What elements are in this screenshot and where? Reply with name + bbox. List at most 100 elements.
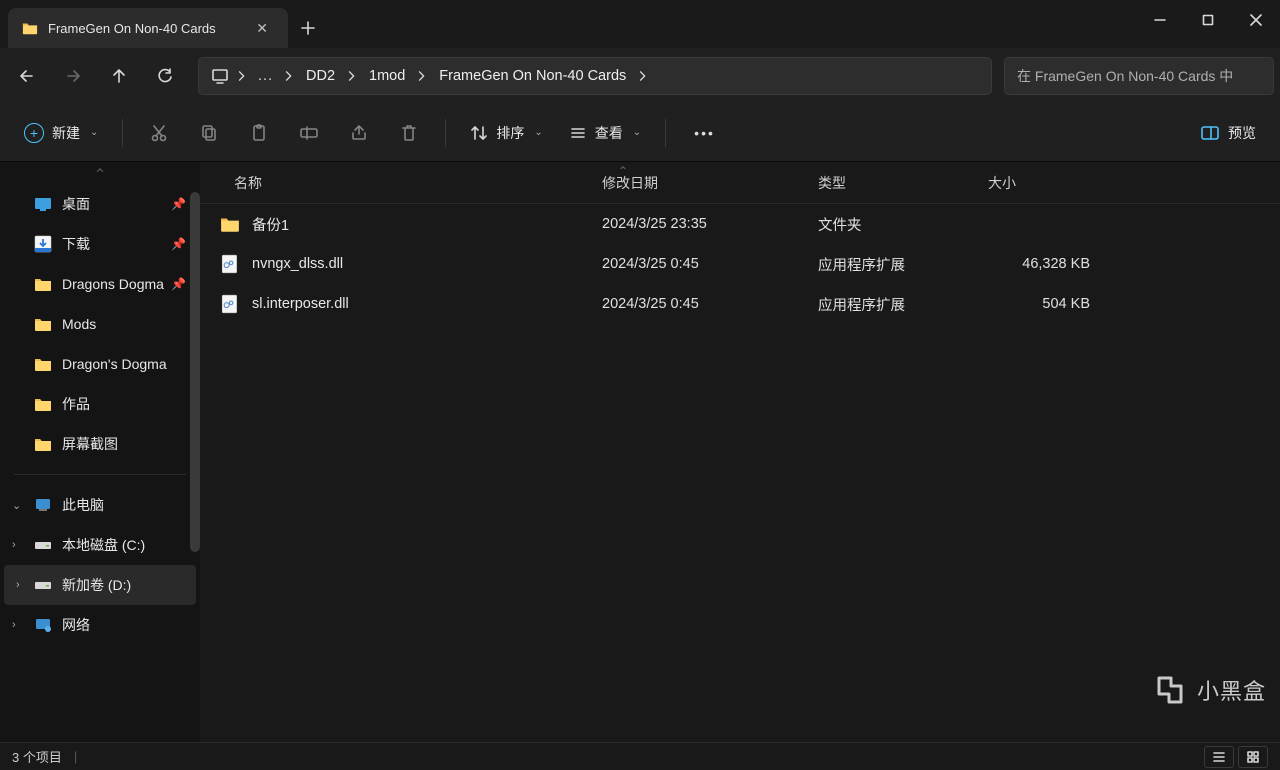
folder-icon bbox=[34, 315, 52, 333]
separator bbox=[665, 119, 666, 147]
separator bbox=[445, 119, 446, 147]
breadcrumb[interactable]: … DD2 1mod FrameGen On Non-40 Cards bbox=[198, 57, 992, 95]
delete-button[interactable] bbox=[387, 113, 431, 153]
separator bbox=[14, 474, 186, 475]
chevron-right-icon[interactable] bbox=[284, 71, 294, 81]
sidebar-label: 屏幕截图 bbox=[62, 434, 118, 454]
share-button[interactable] bbox=[337, 113, 381, 153]
chevron-right-icon[interactable] bbox=[417, 71, 427, 81]
file-date: 2024/3/25 0:45 bbox=[602, 256, 818, 272]
minimize-button[interactable] bbox=[1136, 0, 1184, 40]
window-controls bbox=[1136, 0, 1280, 48]
column-resize-icon[interactable]: ⌃ bbox=[618, 164, 628, 178]
breadcrumb-item[interactable]: DD2 bbox=[296, 64, 345, 88]
watermark-text: 小黑盒 bbox=[1197, 674, 1266, 706]
network-icon bbox=[34, 616, 52, 634]
breadcrumb-overflow[interactable]: … bbox=[249, 63, 282, 89]
sidebar-drive[interactable]: › 新加卷 (D:) bbox=[4, 565, 196, 605]
sidebar-item[interactable]: 下载📌 bbox=[0, 224, 200, 264]
search-input[interactable]: 在 FrameGen On Non-40 Cards 中 bbox=[1004, 57, 1274, 95]
copy-button[interactable] bbox=[187, 113, 231, 153]
column-type[interactable]: 类型 bbox=[818, 173, 988, 193]
sidebar-network[interactable]: › 网络 bbox=[0, 605, 200, 645]
sidebar-this-pc[interactable]: ⌄ 此电脑 bbox=[0, 485, 200, 525]
file-type: 应用程序扩展 bbox=[818, 254, 988, 275]
view-button[interactable]: 查看 ⌄ bbox=[559, 117, 651, 149]
drive-icon bbox=[34, 576, 52, 594]
new-tab-button[interactable] bbox=[288, 0, 328, 48]
sidebar-label: 网络 bbox=[62, 615, 90, 635]
chevron-right-icon[interactable] bbox=[638, 71, 648, 81]
scroll-up-icon[interactable]: ⌃ bbox=[0, 166, 200, 184]
sidebar-drive[interactable]: ›本地磁盘 (C:) bbox=[0, 525, 200, 565]
breadcrumb-item[interactable]: FrameGen On Non-40 Cards bbox=[429, 64, 636, 88]
chevron-right-icon[interactable]: › bbox=[12, 539, 16, 551]
cut-button[interactable] bbox=[137, 113, 181, 153]
file-name: 备份1 bbox=[252, 214, 602, 235]
sidebar-item[interactable]: Dragon's Dogma bbox=[0, 344, 200, 384]
file-row[interactable]: 备份12024/3/25 23:35文件夹 bbox=[200, 204, 1280, 244]
more-button[interactable]: ••• bbox=[680, 119, 729, 147]
scrollbar[interactable] bbox=[190, 192, 200, 552]
view-details-button[interactable] bbox=[1204, 746, 1234, 768]
folder-icon bbox=[34, 435, 52, 453]
file-type: 文件夹 bbox=[818, 214, 988, 235]
breadcrumb-item[interactable]: 1mod bbox=[359, 64, 415, 88]
rename-button[interactable] bbox=[287, 113, 331, 153]
back-button[interactable] bbox=[6, 56, 48, 96]
close-tab-button[interactable]: ✕ bbox=[250, 18, 274, 39]
chevron-right-icon[interactable] bbox=[237, 71, 247, 81]
sidebar-item[interactable]: 作品 bbox=[0, 384, 200, 424]
sort-button[interactable]: 排序 ⌄ bbox=[460, 117, 552, 149]
refresh-button[interactable] bbox=[144, 56, 186, 96]
pc-root-icon[interactable] bbox=[205, 67, 235, 85]
watermark-logo-icon bbox=[1153, 672, 1189, 708]
preview-button[interactable]: 预览 bbox=[1190, 117, 1266, 149]
close-button[interactable] bbox=[1232, 0, 1280, 40]
column-size[interactable]: 大小 bbox=[988, 173, 1108, 193]
sidebar-item[interactable]: Mods bbox=[0, 304, 200, 344]
file-name: nvngx_dlss.dll bbox=[252, 256, 602, 272]
chevron-right-icon[interactable]: › bbox=[12, 619, 16, 631]
folder-icon bbox=[34, 355, 52, 373]
sort-icon bbox=[470, 124, 488, 142]
file-date: 2024/3/25 0:45 bbox=[602, 296, 818, 312]
sidebar-item[interactable]: 屏幕截图 bbox=[0, 424, 200, 464]
forward-button[interactable] bbox=[52, 56, 94, 96]
window-tab[interactable]: FrameGen On Non-40 Cards ✕ bbox=[8, 8, 288, 48]
sidebar-item[interactable]: 桌面📌 bbox=[0, 184, 200, 224]
plus-icon bbox=[301, 21, 315, 35]
preview-pane-icon bbox=[1200, 123, 1220, 143]
file-row[interactable]: sl.interposer.dll2024/3/25 0:45应用程序扩展504… bbox=[200, 284, 1280, 324]
file-row[interactable]: nvngx_dlss.dll2024/3/25 0:45应用程序扩展46,328… bbox=[200, 244, 1280, 284]
view-mode-toggles bbox=[1204, 746, 1268, 768]
new-button[interactable]: + 新建 ⌄ bbox=[14, 117, 108, 149]
file-name: sl.interposer.dll bbox=[252, 296, 602, 312]
sidebar-label: 桌面 bbox=[62, 194, 90, 214]
column-name[interactable]: 名称 bbox=[226, 173, 602, 193]
file-date: 2024/3/25 23:35 bbox=[602, 216, 818, 232]
status-bar: 3 个项目 | bbox=[0, 742, 1280, 770]
view-label: 查看 bbox=[595, 123, 623, 143]
sidebar-label: 此电脑 bbox=[62, 495, 104, 515]
separator: | bbox=[74, 749, 77, 764]
file-size: 504 KB bbox=[988, 296, 1108, 312]
chevron-right-icon[interactable] bbox=[347, 71, 357, 81]
maximize-button[interactable] bbox=[1184, 0, 1232, 40]
sidebar-label: Dragon's Dogma bbox=[62, 356, 167, 372]
column-date[interactable]: 修改日期 bbox=[602, 173, 818, 193]
file-size: 46,328 KB bbox=[988, 256, 1108, 272]
desktop-icon bbox=[34, 195, 52, 213]
paste-button[interactable] bbox=[237, 113, 281, 153]
sidebar-label: 下载 bbox=[62, 234, 90, 254]
navigation-bar: … DD2 1mod FrameGen On Non-40 Cards 在 Fr… bbox=[0, 48, 1280, 104]
column-headers: 名称 修改日期 类型 大小 bbox=[200, 162, 1280, 204]
sidebar-item[interactable]: Dragons Dogma📌 bbox=[0, 264, 200, 304]
new-label: 新建 bbox=[52, 123, 80, 143]
view-thumbnails-button[interactable] bbox=[1238, 746, 1268, 768]
chevron-down-icon[interactable]: ⌄ bbox=[12, 499, 21, 512]
download-icon bbox=[34, 235, 52, 253]
chevron-right-icon[interactable]: › bbox=[16, 579, 20, 591]
up-button[interactable] bbox=[98, 56, 140, 96]
sidebar-label: 新加卷 (D:) bbox=[62, 575, 131, 595]
